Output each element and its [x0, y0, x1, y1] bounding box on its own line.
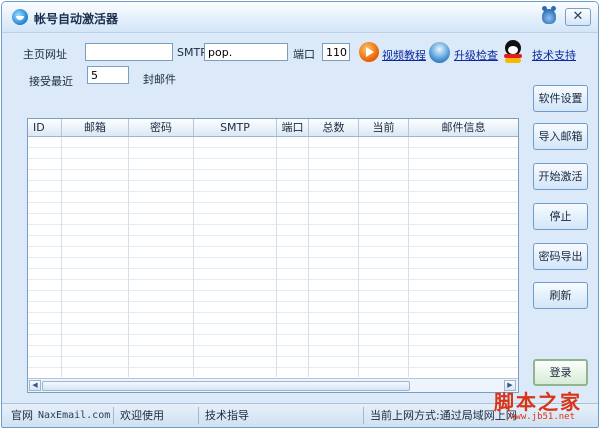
port-label: 端口	[293, 48, 315, 61]
scroll-left-icon[interactable]: ◀	[29, 380, 41, 391]
homepage-label: 主页网址	[23, 48, 67, 61]
port-input[interactable]: 110	[322, 43, 350, 61]
import-mailbox-button[interactable]: 导入邮箱	[533, 123, 588, 150]
status-welcome: 欢迎使用	[120, 409, 164, 422]
col-password[interactable]: 密码	[129, 119, 194, 136]
table-body[interactable]	[28, 137, 518, 377]
status-site-link[interactable]: NaxEmail.com	[38, 408, 110, 424]
col-current[interactable]: 当前	[359, 119, 409, 136]
window-title: 帐号自动激活器	[34, 12, 119, 26]
smtp-input[interactable]: pop.	[204, 43, 288, 61]
scroll-thumb[interactable]	[42, 381, 410, 391]
refresh-button[interactable]: 刷新	[533, 282, 588, 309]
app-window: 帐号自动激活器 ✕ 主页网址 SMTP pop. 端口 110 视频教程 升级检…	[1, 1, 599, 428]
close-button[interactable]: ✕	[565, 8, 591, 26]
export-password-button[interactable]: 密码导出	[533, 243, 588, 270]
col-smtp[interactable]: SMTP	[194, 119, 277, 136]
col-total[interactable]: 总数	[309, 119, 359, 136]
tech-support-link[interactable]: 技术支持	[532, 47, 576, 63]
bear-icon[interactable]	[542, 6, 556, 24]
status-tech-guide[interactable]: 技术指导	[205, 408, 249, 424]
recent-suffix-label: 封邮件	[143, 73, 176, 86]
recent-count-input[interactable]: 5	[87, 66, 129, 84]
app-logo-icon	[12, 9, 28, 25]
play-icon[interactable]	[359, 42, 379, 62]
recent-label: 接受最近	[29, 75, 73, 88]
col-port[interactable]: 端口	[277, 119, 309, 136]
homepage-input[interactable]	[85, 43, 173, 61]
title-bar[interactable]: 帐号自动激活器 ✕	[2, 2, 598, 33]
start-activation-button[interactable]: 开始激活	[533, 163, 588, 190]
qq-penguin-icon[interactable]	[502, 40, 524, 64]
col-email[interactable]: 邮箱	[62, 119, 129, 136]
upgrade-globe-icon[interactable]	[429, 42, 450, 63]
login-button[interactable]: 登录	[533, 359, 588, 386]
col-mail-info[interactable]: 邮件信息	[409, 119, 518, 136]
watermark-url: www.jb51.net	[510, 412, 576, 422]
col-id[interactable]: ID	[28, 119, 62, 136]
video-tutorial-link[interactable]: 视频教程	[382, 47, 426, 63]
smtp-label: SMTP	[177, 46, 207, 59]
table-header: ID 邮箱 密码 SMTP 端口 总数 当前 邮件信息	[28, 119, 518, 137]
account-table[interactable]: ID 邮箱 密码 SMTP 端口 总数 当前 邮件信息 ◀ ▶	[27, 118, 519, 393]
stop-button[interactable]: 停止	[533, 203, 588, 230]
software-settings-button[interactable]: 软件设置	[533, 85, 588, 112]
horizontal-scrollbar[interactable]: ◀ ▶	[28, 378, 518, 392]
status-site-prefix: 官网	[11, 409, 33, 422]
upgrade-check-link[interactable]: 升级检查	[454, 47, 498, 63]
watermark-text: 脚本之家	[494, 390, 582, 414]
watermark-logo: 脚本之家 www.jb51.net	[494, 386, 598, 426]
